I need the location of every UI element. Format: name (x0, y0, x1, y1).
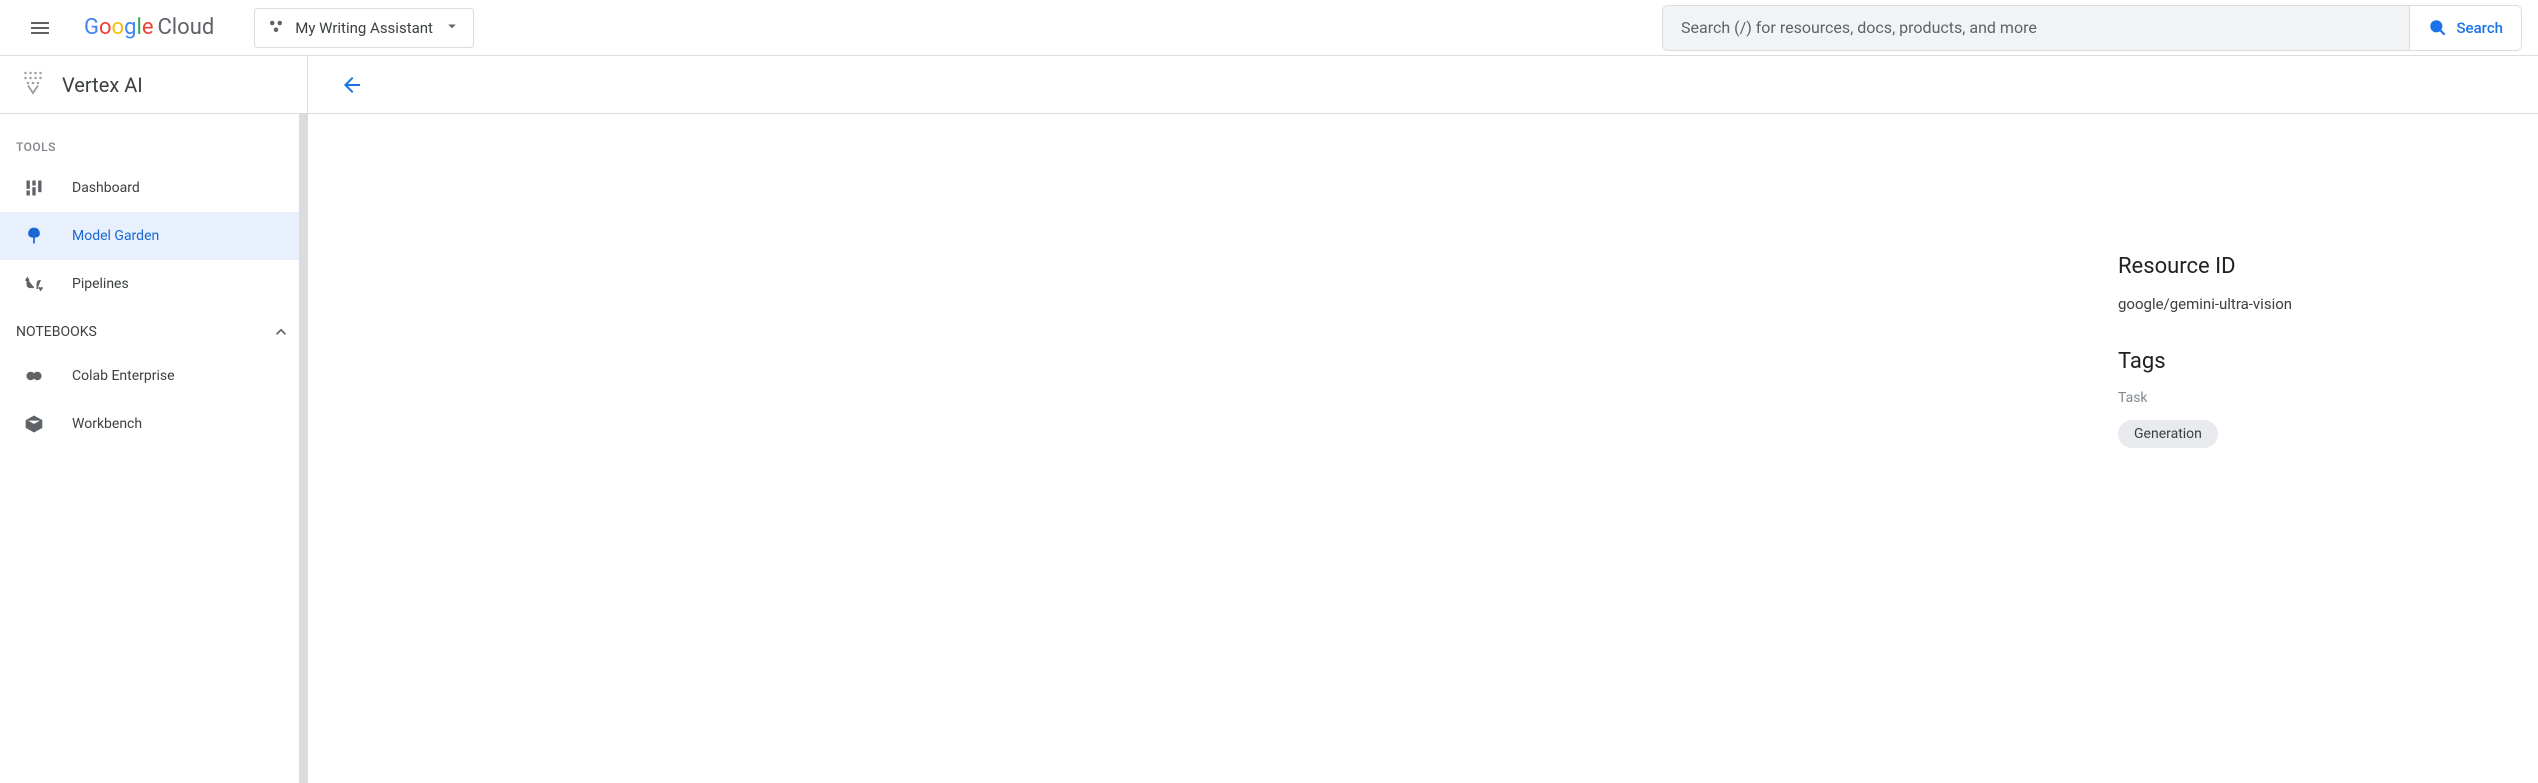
logo-letter: o (112, 15, 125, 40)
sidebar-item-pipelines[interactable]: Pipelines (0, 260, 307, 308)
project-name-label: My Writing Assistant (295, 19, 433, 37)
content-spacer (348, 154, 2118, 743)
section-header-notebooks[interactable]: NOTEBOOKS (0, 308, 307, 352)
tag-chip-generation[interactable]: Generation (2118, 420, 2218, 448)
sidebar-item-label: Workbench (72, 416, 142, 432)
header: G o o g l e Cloud My Writing Assistant S… (0, 0, 2538, 56)
caret-down-icon (443, 17, 461, 39)
colab-icon (24, 366, 44, 386)
hamburger-menu-button[interactable] (16, 4, 64, 52)
sidebar-item-dashboard[interactable]: Dashboard (0, 164, 307, 212)
sidebar: TOOLS Dashboard Model Garden Pipelines N… (0, 114, 308, 783)
sidebar-scrollbar[interactable] (299, 114, 307, 783)
google-cloud-logo[interactable]: G o o g l e Cloud (84, 15, 214, 40)
sidebar-item-label: Dashboard (72, 180, 140, 196)
section-label-notebooks: NOTEBOOKS (16, 324, 97, 340)
workbench-icon (24, 414, 44, 434)
logo-letter: g (124, 15, 136, 40)
model-garden-icon (24, 226, 44, 246)
logo-cloud-text: Cloud (157, 15, 214, 40)
vertex-ai-icon (18, 68, 48, 102)
body: TOOLS Dashboard Model Garden Pipelines N… (0, 114, 2538, 783)
section-label-tools: TOOLS (0, 126, 307, 164)
sidebar-item-label: Pipelines (72, 276, 129, 292)
arrow-back-icon (340, 73, 364, 97)
back-area (308, 56, 396, 113)
project-icon (267, 17, 285, 39)
chevron-up-icon (271, 322, 291, 342)
logo-letter: G (84, 15, 99, 40)
content: Resource ID google/gemini-ultra-vision T… (308, 114, 2538, 783)
search-input-area (1663, 6, 2409, 50)
sidebar-item-colab-enterprise[interactable]: Colab Enterprise (0, 352, 307, 400)
tags-heading: Tags (2118, 349, 2498, 374)
resource-id-heading: Resource ID (2118, 254, 2498, 279)
service-title-area: Vertex AI (0, 56, 308, 113)
sidebar-item-label: Colab Enterprise (72, 368, 175, 384)
logo-letter: o (99, 15, 112, 40)
back-button[interactable] (332, 65, 372, 105)
logo-letter: e (142, 15, 154, 40)
search-input[interactable] (1681, 18, 2391, 37)
search-button-label: Search (2456, 19, 2503, 37)
project-selector[interactable]: My Writing Assistant (254, 8, 474, 48)
task-sublabel: Task (2118, 390, 2498, 406)
search-icon (2428, 18, 2448, 38)
pipelines-icon (24, 274, 44, 294)
sidebar-item-model-garden[interactable]: Model Garden (0, 212, 307, 260)
service-bar: Vertex AI (0, 56, 2538, 114)
sidebar-item-workbench[interactable]: Workbench (0, 400, 307, 448)
dashboard-icon (24, 178, 44, 198)
sidebar-item-label: Model Garden (72, 228, 159, 244)
service-title: Vertex AI (62, 73, 143, 97)
search-button[interactable]: Search (2409, 6, 2521, 50)
search-bar: Search (1662, 5, 2522, 51)
detail-panel: Resource ID google/gemini-ultra-vision T… (2118, 154, 2498, 743)
resource-id-value: google/gemini-ultra-vision (2118, 295, 2498, 313)
hamburger-icon (28, 16, 52, 40)
